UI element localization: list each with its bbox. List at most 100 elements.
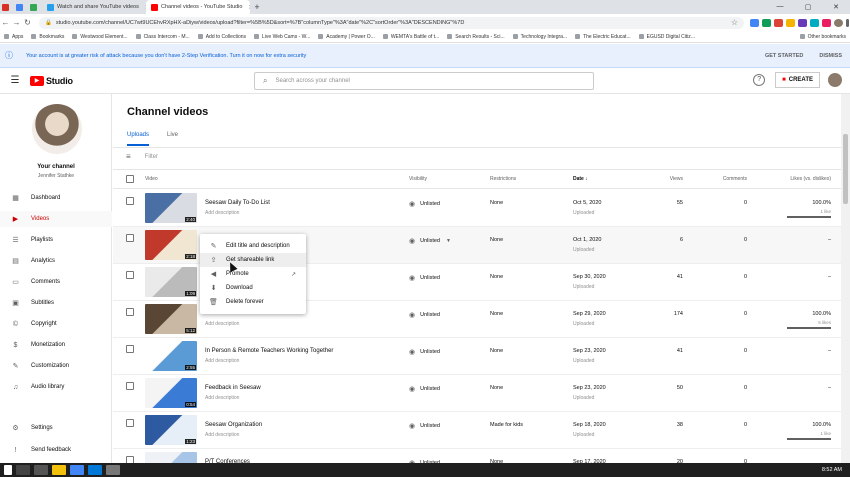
video-thumbnail[interactable]: 5:12 xyxy=(145,304,197,334)
search-taskbar-icon[interactable] xyxy=(16,465,30,475)
visibility-cell[interactable]: ◉ Unlisted xyxy=(409,274,440,282)
sidebar-item-customization[interactable]: ✎ Customization xyxy=(0,358,112,374)
url-field[interactable]: 🔒 studio.youtube.com/channel/UC7wt9UCEhv… xyxy=(39,16,744,29)
bookmark-item[interactable]: Technology Integra... xyxy=(509,34,571,40)
video-thumbnail[interactable]: 1:09 xyxy=(145,267,197,297)
get-started-button[interactable]: GET STARTED xyxy=(757,53,811,59)
visibility-cell[interactable]: ◉ Unlisted xyxy=(409,422,440,430)
account-avatar[interactable] xyxy=(828,73,842,87)
menu-dots-icon[interactable] xyxy=(845,18,849,27)
dismiss-button[interactable]: DISMISS xyxy=(811,53,850,59)
browser-tab[interactable] xyxy=(0,0,14,14)
sidebar-item-audio-library[interactable]: ♫ Audio library xyxy=(0,379,112,395)
menu-item-promote[interactable]: ◀ Promote ↗ xyxy=(200,267,306,281)
forward-icon[interactable]: → xyxy=(11,18,22,27)
tab-uploads[interactable]: Uploads xyxy=(127,132,150,146)
sidebar-item-subtitles[interactable]: ▣ Subtitles xyxy=(0,295,112,311)
bookmark-item[interactable]: Add to Collections xyxy=(194,34,250,40)
table-row[interactable]: P/T Conferences◉UnlistedNoneSep 17, 2020… xyxy=(113,449,841,463)
row-checkbox[interactable] xyxy=(126,382,134,390)
browser-tab[interactable] xyxy=(14,0,28,14)
browser-tab[interactable]: Watch and share YouTube videos✕ xyxy=(42,0,146,14)
profile-avatar[interactable] xyxy=(833,18,843,27)
bookmark-item[interactable]: WEMTA's Battle of t... xyxy=(379,34,443,40)
back-icon[interactable]: ← xyxy=(0,18,11,27)
video-thumbnail[interactable] xyxy=(145,452,197,463)
table-row[interactable]: 0:54 Feedback in Seesaw Add description ◉ Un… xyxy=(113,375,841,412)
extension-icon[interactable] xyxy=(797,18,807,27)
table-row[interactable]: 1:23 Seesaw Organization Add description ◉ U… xyxy=(113,412,841,449)
browser-tab[interactable] xyxy=(28,0,42,14)
table-row[interactable]: 2:55 In Person & Remote Teachers Working … xyxy=(113,338,841,375)
chrome-icon[interactable] xyxy=(70,465,84,475)
hamburger-menu-icon[interactable]: ☰ xyxy=(0,75,30,86)
video-thumbnail[interactable]: 1:23 xyxy=(145,415,197,445)
scrollbar-thumb[interactable] xyxy=(843,134,848,204)
visibility-cell[interactable]: ◉ Unlisted xyxy=(409,348,440,356)
column-visibility[interactable]: Visibility xyxy=(409,176,427,182)
row-checkbox[interactable] xyxy=(126,345,134,353)
visibility-cell[interactable]: ◉ Unlisted xyxy=(409,200,440,208)
close-window-icon[interactable]: ✕ xyxy=(822,3,850,11)
column-date[interactable]: Date ↓ xyxy=(573,176,588,182)
bookmark-item[interactable]: Academy | Power O... xyxy=(314,34,379,40)
sidebar-item-settings[interactable]: ⚙ Settings xyxy=(0,420,112,436)
table-row[interactable]: 2:40 Seesaw Daily To-Do List Add descripti… xyxy=(113,190,841,227)
video-thumbnail[interactable]: 0:54 xyxy=(145,378,197,408)
bookmark-item[interactable]: Apps xyxy=(0,34,27,40)
help-icon[interactable]: ? xyxy=(753,74,766,86)
sidebar-item-comments[interactable]: ▭ Comments xyxy=(0,274,112,290)
dropdown-arrow-icon[interactable]: ▼ xyxy=(446,238,451,244)
menu-item-edit-title[interactable]: ✎ Edit title and description xyxy=(200,239,306,253)
visibility-cell[interactable]: ◉ Unlisted xyxy=(409,385,440,393)
sidebar-item-dashboard[interactable]: ▦ Dashboard xyxy=(0,190,112,206)
extension-icon[interactable] xyxy=(809,18,819,27)
task-view-icon[interactable] xyxy=(34,465,48,475)
video-thumbnail[interactable]: 2:55 xyxy=(145,341,197,371)
row-checkbox[interactable] xyxy=(126,456,134,463)
extension-icon[interactable] xyxy=(761,18,771,27)
video-title[interactable]: Feedback in Seesaw xyxy=(205,385,261,391)
visibility-cell[interactable]: ◉ Unlisted xyxy=(409,311,440,319)
maximize-icon[interactable]: ▢ xyxy=(794,3,822,11)
sidebar-item-videos[interactable]: ▶ Videos xyxy=(0,211,112,227)
column-comments[interactable]: Comments xyxy=(723,176,747,182)
video-title[interactable]: Seesaw Daily To-Do List xyxy=(205,200,270,206)
video-title[interactable]: In Person & Remote Teachers Working Toge… xyxy=(205,348,333,354)
create-button[interactable]: ■ CREATE xyxy=(775,72,820,88)
sidebar-item-send-feedback[interactable]: ! Send feedback xyxy=(0,442,112,458)
row-checkbox[interactable] xyxy=(126,271,134,279)
studio-logo[interactable]: ▶ Studio xyxy=(30,75,73,86)
extension-icon[interactable] xyxy=(785,18,795,27)
reload-icon[interactable]: ↻ xyxy=(22,18,33,27)
row-checkbox[interactable] xyxy=(126,234,134,242)
sidebar-item-playlists[interactable]: ☰ Playlists xyxy=(0,232,112,248)
select-all-checkbox[interactable] xyxy=(126,175,134,183)
bookmark-item[interactable]: Live Web Cams - W... xyxy=(250,34,314,40)
new-tab-button[interactable]: + xyxy=(250,2,264,12)
sidebar-item-monetization[interactable]: $ Monetization xyxy=(0,337,112,353)
column-likes[interactable]: Likes (vs. dislikes) xyxy=(790,176,831,182)
bookmark-item[interactable]: The Electric Educat... xyxy=(571,34,635,40)
bookmark-item[interactable]: Westwood Element... xyxy=(68,34,131,40)
menu-item-get-shareable-link[interactable]: ⇪ Get shareable link xyxy=(200,253,306,267)
video-thumbnail[interactable]: 2:40 xyxy=(145,193,197,223)
channel-avatar[interactable] xyxy=(32,104,82,154)
search-input[interactable]: ⌕ Search across your channel xyxy=(254,72,594,90)
column-restrictions[interactable]: Restrictions xyxy=(490,176,516,182)
file-explorer-icon[interactable] xyxy=(52,465,66,475)
sidebar-item-analytics[interactable]: ▤ Analytics xyxy=(0,253,112,269)
extension-icon[interactable] xyxy=(821,18,831,27)
taskbar-app-icon[interactable] xyxy=(106,465,120,475)
windows-start-icon[interactable] xyxy=(4,465,12,475)
row-checkbox[interactable] xyxy=(126,197,134,205)
visibility-cell[interactable]: ◉ Unlisted ▼ xyxy=(409,237,451,245)
bookmark-item[interactable]: Search Results - Sci... xyxy=(443,34,508,40)
video-title[interactable]: Seesaw Organization xyxy=(205,422,262,428)
menu-item-delete-forever[interactable]: 🗑 Delete forever xyxy=(200,295,306,309)
menu-item-download[interactable]: ⬇ Download xyxy=(200,281,306,295)
column-views[interactable]: Views xyxy=(670,176,683,182)
row-checkbox[interactable] xyxy=(126,308,134,316)
video-thumbnail[interactable]: 2:18 xyxy=(145,230,197,260)
page-scrollbar[interactable] xyxy=(841,94,850,463)
